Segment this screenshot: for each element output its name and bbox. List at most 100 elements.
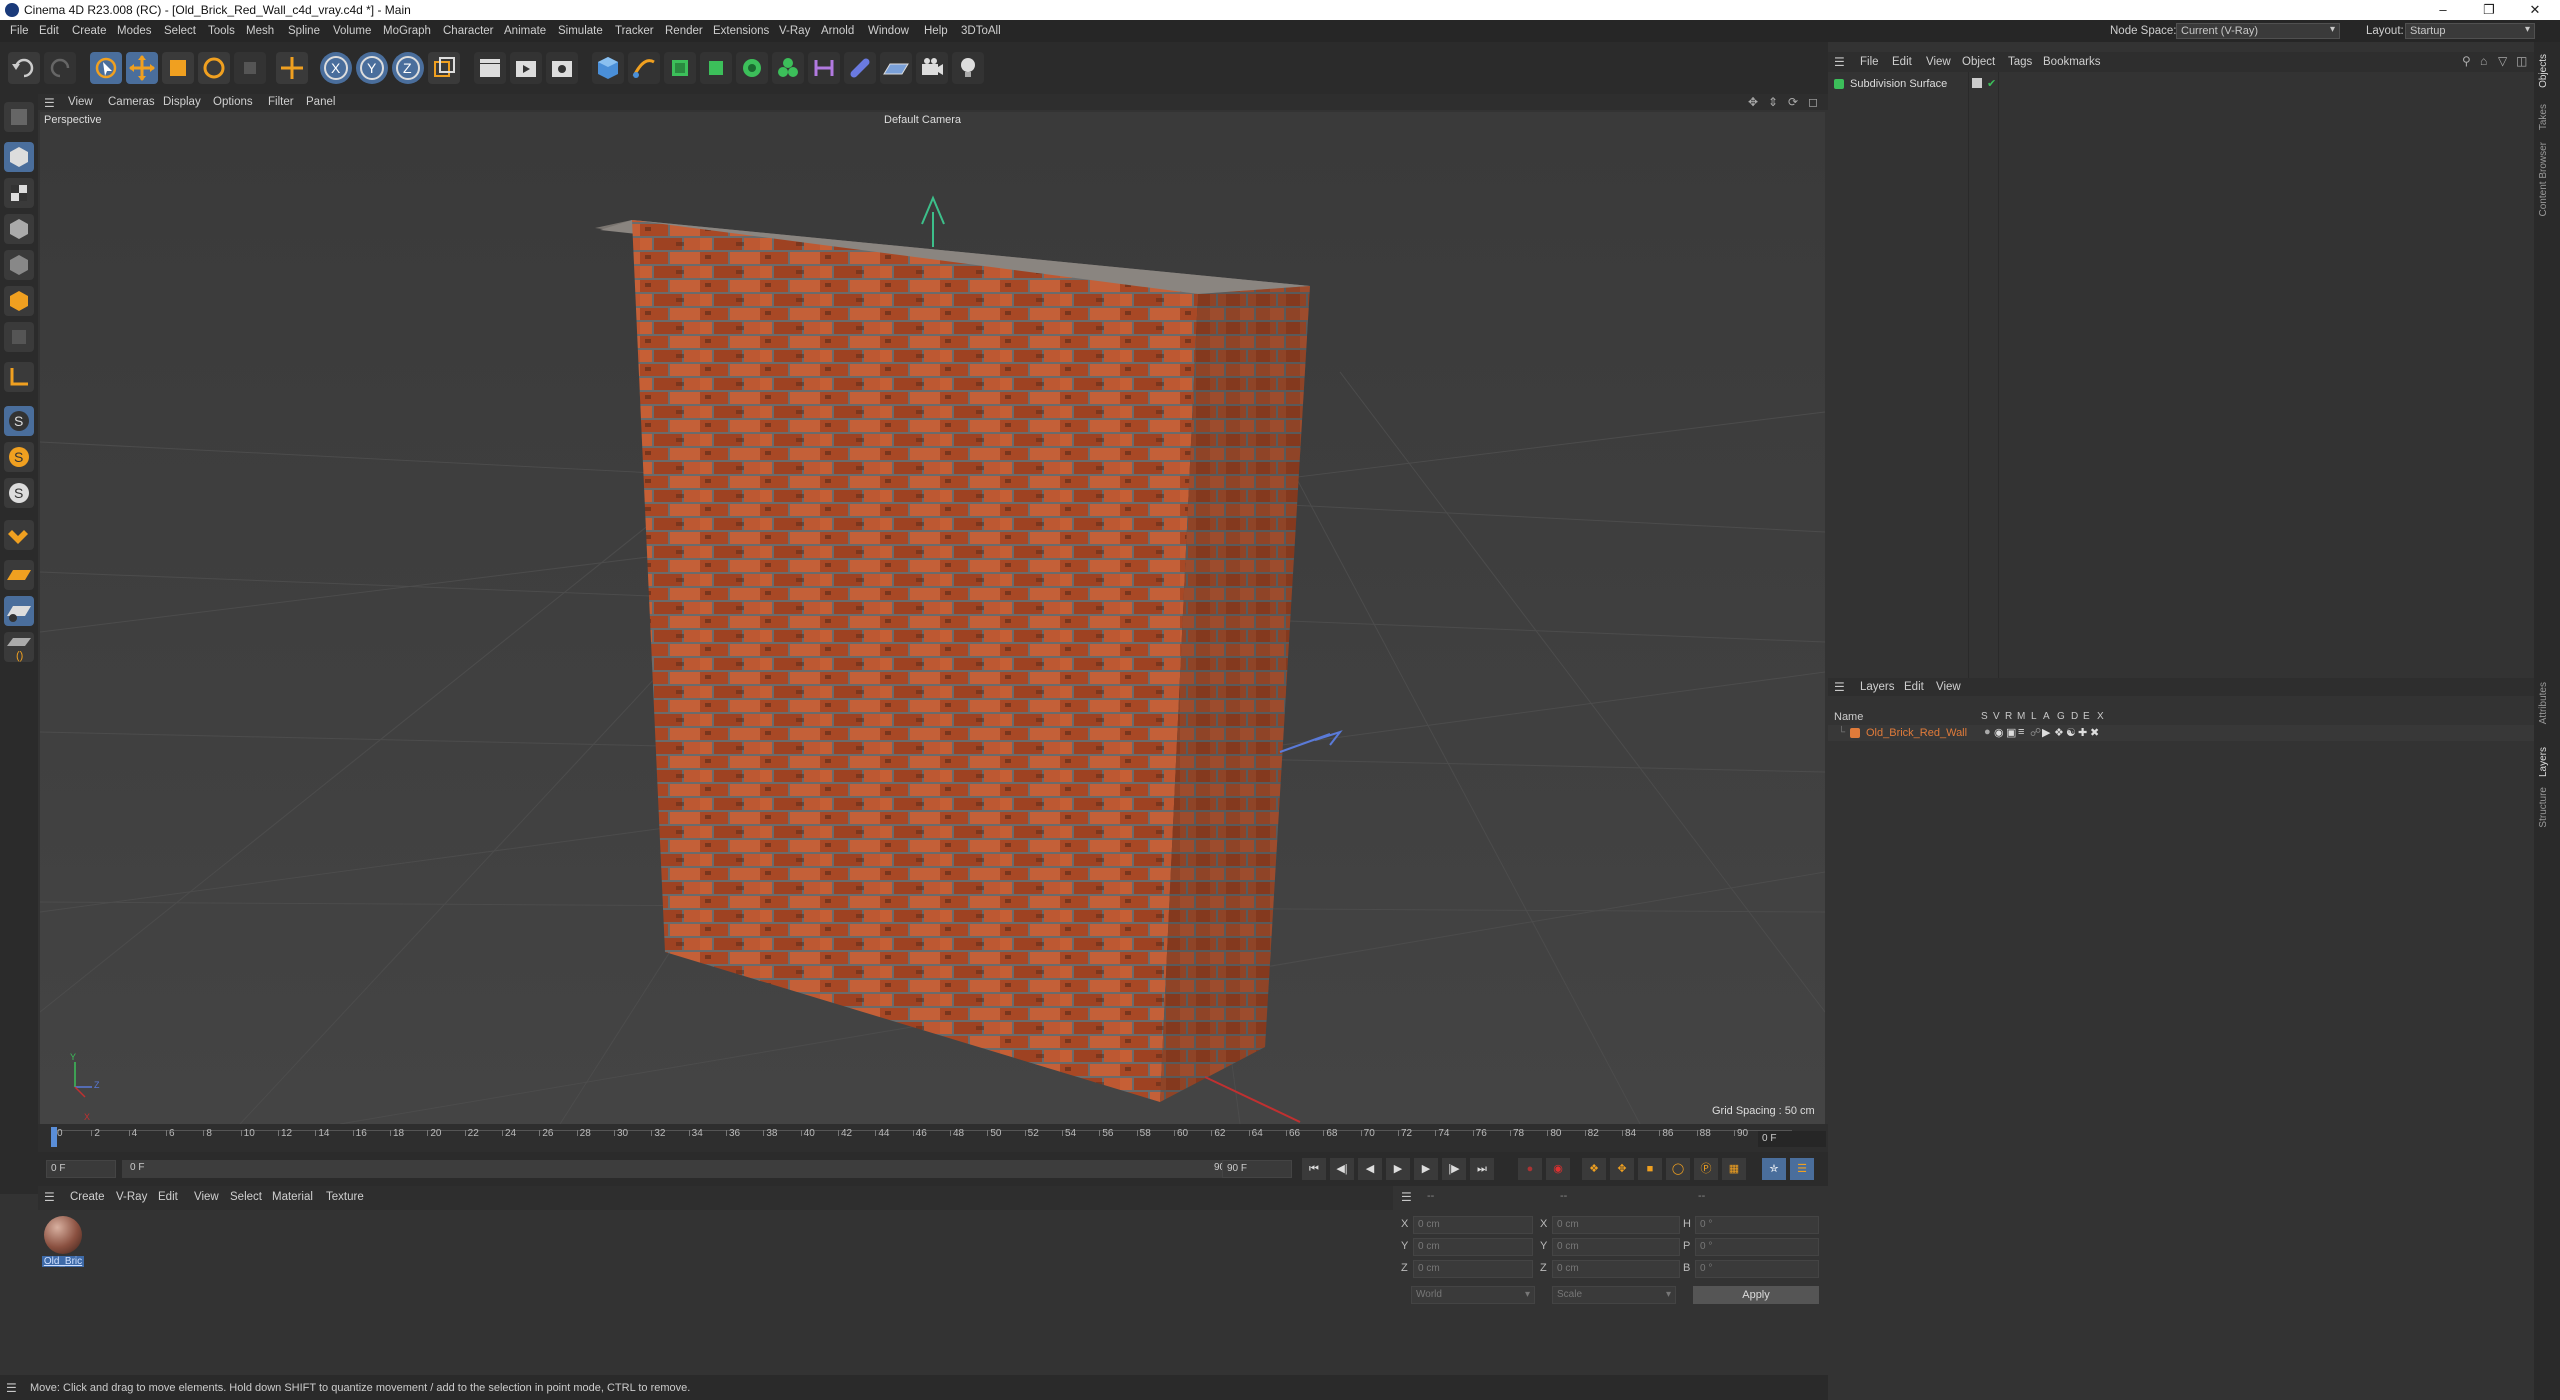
pos-z-field[interactable]: 0 cm [1413,1260,1533,1278]
layer-col-v[interactable]: V [1993,711,2000,722]
goto-end-button[interactable]: ⏭ [1470,1158,1494,1180]
cube-button[interactable] [592,52,624,84]
filter-icon[interactable]: ▽ [2498,54,2507,68]
tab-attributes[interactable]: Attributes [2538,682,2549,724]
material-menu-vray[interactable]: V-Ray [116,1191,147,1203]
object-menu-object[interactable]: Object [1962,56,1995,68]
layer-row[interactable]: └ Old_Brick_Red_Wall ● ◉ ▣ ≡ ☍ ▶ ❖ ☯ ✚ ✖ [1828,725,2534,741]
hamburger-icon[interactable]: ☰ [44,1190,55,1204]
render-settings-button[interactable] [546,52,578,84]
layer-col-d[interactable]: D [2071,711,2078,722]
layer-col-r[interactable]: R [2005,711,2012,722]
current-frame-field[interactable]: 0 F [1758,1131,1826,1147]
menu-mograph[interactable]: MoGraph [383,25,431,37]
material-menu-texture[interactable]: Texture [326,1191,364,1203]
menu-tracker[interactable]: Tracker [615,25,654,37]
move-tool-button[interactable] [126,52,158,84]
prev-frame-button[interactable]: ◀ [1358,1158,1382,1180]
playhead[interactable] [51,1127,57,1147]
grid-button[interactable] [4,596,34,626]
layer-col-m[interactable]: M [2017,711,2025,722]
next-frame-button[interactable]: ▶ [1414,1158,1438,1180]
viewport-zoom-icon[interactable]: ⇕ [1768,95,1778,109]
menu-3dtoall[interactable]: 3DToAll [961,25,1001,37]
object-menu-tags[interactable]: Tags [2008,56,2032,68]
hamburger-icon[interactable]: ☰ [6,1381,17,1395]
solo-icon[interactable]: ● [1984,726,1991,738]
rot-b-field[interactable]: 0 ° [1695,1260,1819,1278]
snap-settings-button[interactable]: S [4,442,34,472]
menu-create[interactable]: Create [72,25,107,37]
texture-mode-button[interactable] [4,178,34,208]
menu-tools[interactable]: Tools [208,25,235,37]
render-view-button[interactable] [474,52,506,84]
key-position-button[interactable]: ✥ [1610,1158,1634,1180]
menu-select[interactable]: Select [164,25,196,37]
layer-menu-view[interactable]: View [1936,681,1961,693]
3d-viewport[interactable]: Perspective Default Camera Grid Spacing … [40,112,1825,1124]
viewport-menu-filter[interactable]: Filter [268,96,294,108]
cloner-button[interactable] [736,52,768,84]
render-icon[interactable]: ▣ [2006,726,2016,739]
close-button[interactable]: ✕ [2512,0,2558,20]
motion-path-button[interactable]: ✮ [1762,1158,1786,1180]
model-mode-button[interactable] [4,142,34,172]
make-editable-button[interactable] [4,102,34,132]
lock-workplane-button[interactable]: () [4,632,34,662]
key-rotation-button[interactable]: ◯ [1666,1158,1690,1180]
node-space-dropdown[interactable]: Current (V-Ray) ▾ [2176,23,2340,39]
menu-animate[interactable]: Animate [504,25,546,37]
recent-tool-button[interactable] [234,52,266,84]
timeline-settings-button[interactable]: ☰ [1790,1158,1814,1180]
viewport-maximize-icon[interactable]: ◻ [1808,95,1818,109]
goto-start-button[interactable]: ⏮ [1302,1158,1326,1180]
layer-col-s[interactable]: S [1981,711,1988,722]
viewport-rotate-icon[interactable]: ⟳ [1788,95,1798,109]
material-menu-material[interactable]: Material [272,1191,313,1203]
layer-color-swatch[interactable] [1850,728,1860,738]
layer-col-e[interactable]: E [2083,711,2090,722]
y-axis-button[interactable]: Y [356,52,388,84]
menu-window[interactable]: Window [868,25,909,37]
visibility-toggle-icon[interactable] [1972,78,1982,88]
live-selection-button[interactable] [90,52,122,84]
layer-col-a[interactable]: A [2043,711,2050,722]
z-axis-button[interactable]: Z [392,52,424,84]
keyframe-selection-button[interactable]: ❖ [1582,1158,1606,1180]
home-icon[interactable]: ⌂ [2480,54,2487,68]
hamburger-icon[interactable]: ☰ [44,96,55,110]
object-row[interactable]: Subdivision Surface ✔ [1832,77,2162,93]
pos-y-field[interactable]: 0 cm [1413,1238,1533,1256]
menu-arnold[interactable]: Arnold [821,25,854,37]
menu-vray[interactable]: V-Ray [779,25,810,37]
axis-mode-button[interactable] [4,362,34,392]
menu-extensions[interactable]: Extensions [713,25,769,37]
view-eye-icon[interactable]: ◉ [1994,726,2004,739]
rot-p-field[interactable]: 0 ° [1695,1238,1819,1256]
xref-icon[interactable]: ✖ [2090,726,2099,739]
size-x-field[interactable]: 0 cm [1552,1216,1680,1234]
hamburger-icon[interactable]: ☰ [1834,680,1845,694]
expression-icon[interactable]: ✚ [2078,726,2087,739]
undo-button[interactable] [8,52,40,84]
key-scale-button[interactable]: ■ [1638,1158,1662,1180]
pos-x-field[interactable]: 0 cm [1413,1216,1533,1234]
menu-mesh[interactable]: Mesh [246,25,274,37]
menu-spline[interactable]: Spline [288,25,320,37]
polygon-mode-button[interactable] [4,286,34,316]
size-y-field[interactable]: 0 cm [1552,1238,1680,1256]
key-parameter-button[interactable]: Ⓟ [1694,1158,1718,1180]
mograph-button[interactable] [772,52,804,84]
prev-key-button[interactable]: ◀| [1330,1158,1354,1180]
layer-col-l[interactable]: L [2031,711,2037,722]
material-swatch[interactable]: Old_Bric [42,1214,84,1272]
tab-takes[interactable]: Takes [2538,104,2549,130]
menu-modes[interactable]: Modes [117,25,152,37]
new-window-icon[interactable]: ◫ [2516,54,2527,68]
rot-h-field[interactable]: 0 ° [1695,1216,1819,1234]
menu-volume[interactable]: Volume [333,25,371,37]
snap-button[interactable]: S [4,406,34,436]
material-menu-create[interactable]: Create [70,1191,105,1203]
start-frame-field[interactable]: 0 F [46,1160,116,1178]
autokey-button[interactable]: ◉ [1546,1158,1570,1180]
